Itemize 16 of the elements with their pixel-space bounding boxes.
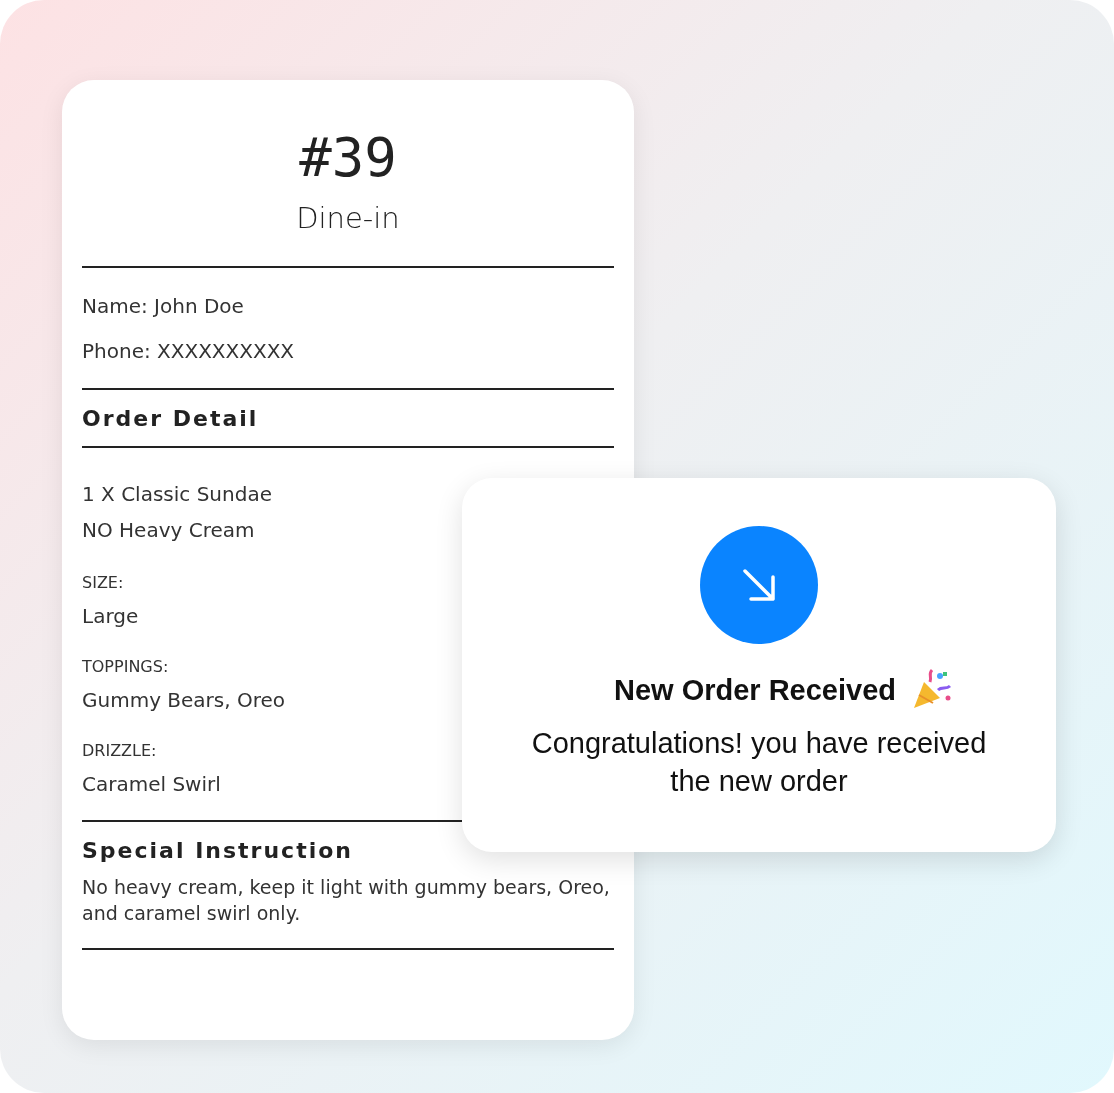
customer-info: Name: John Doe	[82, 293, 245, 320]
option-value: Large	[82, 603, 140, 630]
item-note: NO Heavy Cream	[82, 517, 256, 544]
instruction-text: No heavy cream, keep it light with gummy bears, Oreo, and caramel swirl only.	[82, 875, 611, 926]
order-number: #39	[298, 128, 398, 188]
section-heading: Order Detail	[82, 405, 260, 433]
item-name: 1 X Classic Sundae	[82, 481, 273, 508]
option-label: TOPPINGS:	[82, 656, 170, 678]
option-label: SIZE:	[82, 572, 125, 594]
customer-info: Phone: XXXXXXXXXX	[82, 338, 296, 365]
section-heading: Special Instruction	[82, 837, 354, 865]
notification-message: Congratulations! you have received the new order	[530, 726, 988, 799]
notification-title: New Order Received	[613, 673, 897, 707]
option-value: Gummy Bears, Oreo	[82, 687, 287, 714]
option-value: Caramel Swirl	[82, 771, 222, 798]
order-type: Dine-in	[295, 200, 401, 236]
